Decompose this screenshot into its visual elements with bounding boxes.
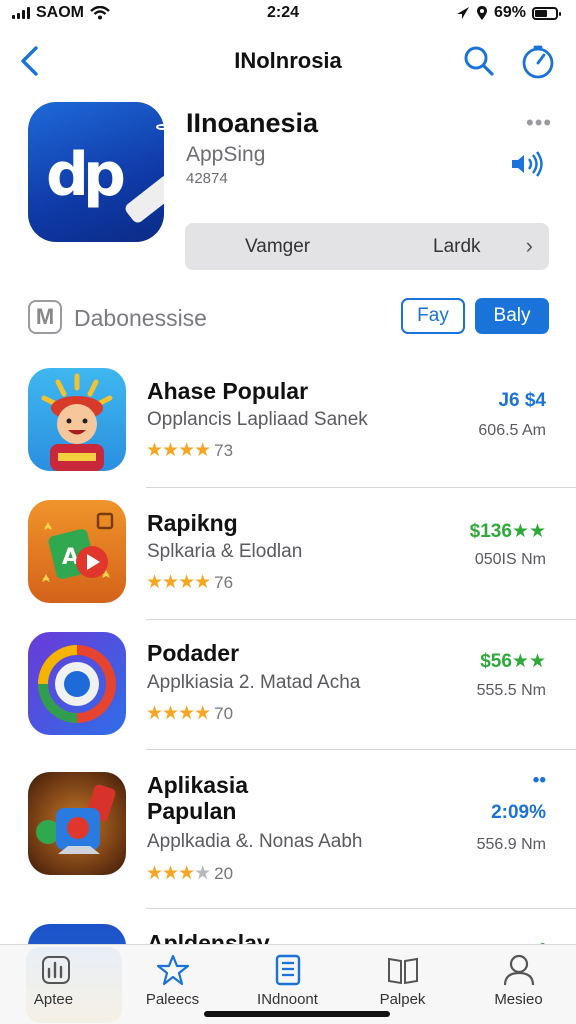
location-arrow-icon — [456, 7, 469, 19]
rating-stars-icon: ★★★★ — [146, 703, 211, 724]
home-indicator[interactable] — [204, 1011, 390, 1017]
section-title: Dabonessise — [74, 305, 207, 331]
app-rating: ★★★★ 70 — [146, 702, 233, 725]
book-icon — [388, 957, 418, 985]
carrier-label: SAOM — [36, 4, 84, 21]
app-icon — [28, 924, 126, 944]
app-name: Ahase Popular — [147, 378, 309, 404]
featured-app-subtitle: AppSing — [186, 143, 266, 166]
rating-count: 76 — [214, 572, 234, 592]
app-price: $136★★ — [469, 521, 546, 542]
app-rating: ★★★★ 20 — [146, 862, 233, 885]
rating-stars-icon: ★★★★ — [146, 863, 211, 884]
featured-app-number: 42874 — [186, 170, 228, 187]
media-play-icon: A — [42, 512, 114, 582]
app-price: J6 $4 — [498, 390, 546, 411]
svg-text:A: A — [62, 545, 79, 570]
filter-filled-button[interactable]: Baly — [475, 298, 549, 334]
dot-decoration — [156, 124, 164, 130]
app-description: Applkadia &. Nonas Aabh — [147, 831, 363, 852]
document-icon — [275, 954, 301, 986]
list-item[interactable]: A Rapikng Splkaria & Elodlan ★★★★ 76 $13… — [0, 498, 576, 620]
action-bar-left-label: Vamger — [245, 236, 311, 257]
list-item[interactable]: Podader Applkiasia 2. Matad Acha ★★★★ 70… — [0, 630, 576, 752]
battery-percent: 69% — [493, 4, 526, 21]
search-icon[interactable] — [462, 44, 496, 78]
tab-label: Mesieo — [494, 991, 543, 1008]
rating-stars-icon: ★★★★ — [146, 440, 211, 461]
timer-icon[interactable] — [520, 44, 556, 80]
list-divider — [146, 619, 576, 620]
featured-app-name: IInoanesia — [186, 108, 319, 138]
tab-label: INdnoont — [257, 991, 318, 1008]
list-item[interactable]: Ahase Popular Opplancis Lapliaad Sanek ★… — [0, 366, 576, 488]
app-name: Rapikng — [147, 510, 238, 536]
rating-count: 20 — [214, 863, 234, 883]
app-price-indicator: • — [539, 936, 546, 944]
featured-app-icon[interactable]: dp — [28, 102, 164, 242]
app-extra-dots: •• — [532, 770, 546, 791]
category-icon: M — [28, 300, 62, 334]
brush-decoration — [123, 173, 164, 225]
rating-count: 70 — [214, 703, 234, 723]
status-time: 2:24 — [266, 4, 299, 21]
more-options-icon[interactable]: ••• — [526, 110, 552, 136]
app-name: Podader — [147, 640, 240, 666]
chevron-right-icon: › — [525, 233, 533, 258]
browser-ring-icon — [38, 645, 116, 723]
app-icon — [28, 772, 126, 875]
app-icon: A — [28, 500, 126, 603]
filter-outline-button[interactable]: Fay — [401, 298, 465, 334]
app-description: Applkiasia 2. Matad Acha — [147, 672, 361, 693]
star-icon — [156, 954, 190, 986]
signal-icon — [12, 7, 30, 19]
app-rating: ★★★★ 73 — [146, 439, 233, 462]
app-rating: ★★★★ 76 — [146, 571, 233, 594]
tab-label: Paleecs — [145, 991, 200, 1008]
tab-mesieo[interactable]: Mesieo — [461, 945, 576, 1024]
app-price: $56★★ — [480, 651, 546, 672]
speaker-icon[interactable] — [510, 150, 546, 178]
app-size: 555.5 Nm — [476, 682, 546, 699]
action-bar-right-label: Lardk — [433, 236, 481, 257]
battery-icon — [532, 6, 561, 20]
status-bar: SAOM 2:24 69% — [0, 0, 576, 26]
list-divider — [146, 749, 576, 750]
featured-action-bar[interactable]: Vamger Lardk › — [185, 223, 549, 270]
app-icon — [28, 632, 126, 735]
tab-aptee[interactable]: Aptee — [0, 945, 122, 1024]
list-item[interactable]: Apldenslay • — [0, 922, 576, 944]
section-header: M Dabonessise Fay Baly — [0, 296, 576, 340]
list-divider — [146, 487, 576, 488]
game-controller-icon — [36, 784, 116, 854]
app-description: Splkaria & Elodlan — [147, 541, 303, 562]
app-size: 050IS Nm — [474, 551, 546, 568]
featured-app-logo-text: dp — [46, 140, 126, 210]
app-icon — [28, 368, 126, 471]
tab-label: Palpek — [379, 991, 426, 1008]
list-divider — [146, 908, 576, 909]
nav-bar: INolnrosia — [0, 36, 576, 86]
cartoon-character-icon — [41, 373, 113, 471]
rating-stars-icon: ★★★★ — [146, 572, 211, 593]
app-description: Opplancis Lapliaad Sanek — [147, 409, 368, 430]
app-size: 556.9 Nm — [476, 836, 546, 853]
app-name: Apldenslay — [147, 930, 270, 944]
wifi-icon — [90, 6, 110, 20]
tab-label: Aptee — [33, 991, 74, 1008]
app-size: 606.5 Am — [478, 422, 546, 439]
rating-count: 73 — [214, 440, 234, 460]
person-icon — [503, 954, 535, 986]
chart-icon — [42, 956, 70, 984]
app-name: Aplikasia Papulan — [147, 772, 248, 824]
app-price: 2:09% — [491, 802, 546, 823]
list-item[interactable]: Aplikasia Papulan Applkadia &. Nonas Aab… — [0, 768, 576, 910]
location-pin-icon — [476, 6, 487, 20]
